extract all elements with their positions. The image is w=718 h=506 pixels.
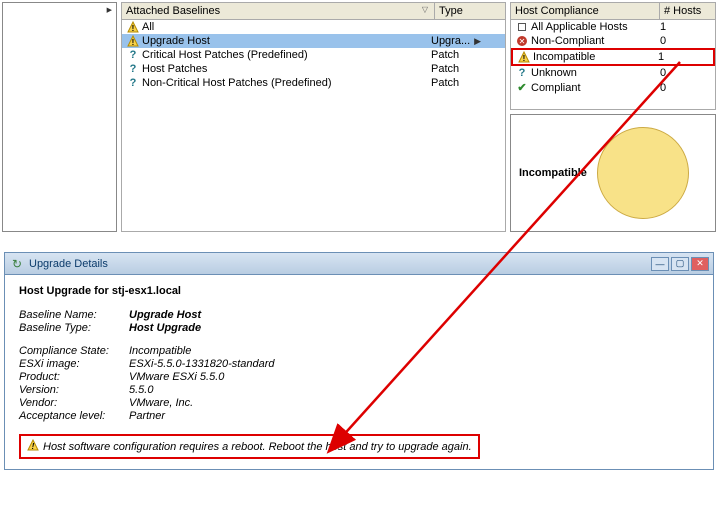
compliance-row[interactable]: ?Unknown0 bbox=[511, 66, 715, 80]
compliance-chart-box: Incompatible bbox=[510, 114, 716, 232]
detail-line: Product:VMware ESXi 5.5.0 bbox=[19, 371, 699, 383]
detail-value: Partner bbox=[129, 410, 165, 422]
compliance-count: 0 bbox=[656, 82, 711, 94]
detail-value: ESXi-5.5.0-1331820-standard bbox=[129, 358, 275, 370]
baseline-type: Patch bbox=[431, 49, 501, 61]
baseline-row[interactable]: ?Critical Host Patches (Predefined)Patch bbox=[122, 48, 505, 62]
svg-text:!: ! bbox=[132, 38, 135, 47]
col-type[interactable]: Type bbox=[435, 3, 505, 19]
detail-line: Compliance State:Incompatible bbox=[19, 345, 699, 357]
col-host-compliance[interactable]: Host Compliance bbox=[511, 3, 660, 19]
compliance-count: 0 bbox=[656, 67, 711, 79]
detail-line: Vendor:VMware, Inc. bbox=[19, 397, 699, 409]
dialog-icon: ↻ bbox=[9, 256, 25, 272]
compliance-label: Unknown bbox=[531, 67, 656, 79]
compliance-row[interactable]: ! Incompatible1 bbox=[511, 48, 715, 66]
baseline-name: All bbox=[142, 21, 431, 33]
detail-key: ESXi image: bbox=[19, 358, 129, 370]
compliance-label: Non-Compliant bbox=[531, 35, 656, 47]
svg-text:!: ! bbox=[32, 442, 35, 451]
baseline-type: Patch bbox=[431, 77, 501, 89]
col-attached-baselines[interactable]: Attached Baselines ▽ bbox=[122, 3, 435, 19]
svg-text:!: ! bbox=[523, 54, 526, 63]
help-icon: ? bbox=[126, 63, 140, 75]
compliance-row[interactable]: ✕Non-Compliant0 bbox=[511, 34, 715, 48]
detail-key: Compliance State: bbox=[19, 345, 129, 357]
dialog-title: Upgrade Details bbox=[29, 258, 649, 270]
compliance-label: All Applicable Hosts bbox=[531, 21, 656, 33]
detail-value: 5.5.0 bbox=[129, 384, 153, 396]
detail-value: VMware ESXi 5.5.0 bbox=[129, 371, 224, 383]
help-icon: ? bbox=[515, 67, 529, 79]
compliance-row[interactable]: All Applicable Hosts1 bbox=[511, 20, 715, 34]
help-icon: ? bbox=[126, 77, 140, 89]
baseline-name: Upgrade Host bbox=[142, 35, 431, 47]
compliance-header: Host Compliance # Hosts bbox=[511, 3, 715, 20]
warning-icon: ! bbox=[27, 439, 39, 454]
detail-value: Incompatible bbox=[129, 345, 191, 357]
help-icon: ? bbox=[126, 49, 140, 61]
detail-key: Acceptance level: bbox=[19, 410, 129, 422]
svg-text:!: ! bbox=[132, 24, 135, 33]
baseline-row[interactable]: ?Non-Critical Host Patches (Predefined)P… bbox=[122, 76, 505, 90]
chevron-right-icon: ▶ bbox=[474, 36, 481, 47]
compliance-count: 0 bbox=[656, 35, 711, 47]
compliance-label: Compliant bbox=[531, 82, 656, 94]
detail-line: ESXi image:ESXi-5.5.0-1331820-standard bbox=[19, 358, 699, 370]
sort-indicator-icon: ▽ bbox=[422, 5, 428, 14]
baseline-name: Host Patches bbox=[142, 63, 431, 75]
warn-icon: ! bbox=[126, 35, 140, 47]
detail-key: Vendor: bbox=[19, 397, 129, 409]
detail-key: Product: bbox=[19, 371, 129, 383]
warn-icon: ! bbox=[126, 21, 140, 33]
detail-key: Baseline Type: bbox=[19, 322, 129, 334]
check-icon: ✔ bbox=[515, 81, 529, 94]
compliance-label: Incompatible bbox=[533, 51, 654, 63]
chart-label: Incompatible bbox=[519, 167, 587, 179]
minimize-button[interactable]: — bbox=[651, 257, 669, 271]
detail-value: VMware, Inc. bbox=[129, 397, 193, 409]
baseline-name: Non-Critical Host Patches (Predefined) bbox=[142, 77, 431, 89]
maximize-button[interactable]: ▢ bbox=[671, 257, 689, 271]
baselines-header: Attached Baselines ▽ Type bbox=[122, 3, 505, 20]
pie-chart bbox=[597, 127, 689, 219]
baseline-name: Critical Host Patches (Predefined) bbox=[142, 49, 431, 61]
warning-text: Host software configuration requires a r… bbox=[43, 441, 472, 453]
compliance-count: 1 bbox=[654, 51, 709, 63]
attached-baselines-panel: Attached Baselines ▽ Type ! All! Upgrade H… bbox=[121, 2, 506, 232]
detail-key: Version: bbox=[19, 384, 129, 396]
col-num-hosts[interactable]: # Hosts bbox=[660, 3, 715, 19]
detail-value: Upgrade Host bbox=[129, 309, 201, 321]
baseline-row[interactable]: ! All bbox=[122, 20, 505, 34]
detail-line: Baseline Type:Host Upgrade bbox=[19, 322, 699, 334]
detail-key: Baseline Name: bbox=[19, 309, 129, 321]
compliance-row[interactable]: ✔Compliant0 bbox=[511, 80, 715, 95]
upgrade-details-dialog: ↻ Upgrade Details — ▢ ✕ Host Upgrade for… bbox=[4, 252, 714, 470]
baseline-type: Upgra...▶ bbox=[431, 35, 501, 47]
cross-icon: ✕ bbox=[515, 36, 529, 46]
warn-icon: ! bbox=[517, 51, 531, 63]
baseline-type: Patch bbox=[431, 63, 501, 75]
dialog-body: Host Upgrade for stj-esx1.local Baseline… bbox=[5, 275, 713, 469]
detail-line: Version:5.5.0 bbox=[19, 384, 699, 396]
baseline-row[interactable]: ?Host PatchesPatch bbox=[122, 62, 505, 76]
small-left-panel[interactable]: ▶ bbox=[2, 2, 117, 232]
square-icon bbox=[515, 23, 529, 31]
host-compliance-panel: Host Compliance # Hosts All Applicable H… bbox=[510, 2, 716, 110]
dialog-heading: Host Upgrade for stj-esx1.local bbox=[19, 285, 699, 297]
close-button[interactable]: ✕ bbox=[691, 257, 709, 271]
detail-line: Baseline Name:Upgrade Host bbox=[19, 309, 699, 321]
warning-message-box: ! Host software configuration requires a… bbox=[19, 434, 480, 459]
detail-value: Host Upgrade bbox=[129, 322, 201, 334]
dialog-title-bar[interactable]: ↻ Upgrade Details — ▢ ✕ bbox=[5, 253, 713, 275]
compliance-count: 1 bbox=[656, 21, 711, 33]
chevron-right-icon: ▶ bbox=[107, 6, 112, 14]
baseline-row[interactable]: ! Upgrade HostUpgra...▶ bbox=[122, 34, 505, 48]
detail-line: Acceptance level:Partner bbox=[19, 410, 699, 422]
